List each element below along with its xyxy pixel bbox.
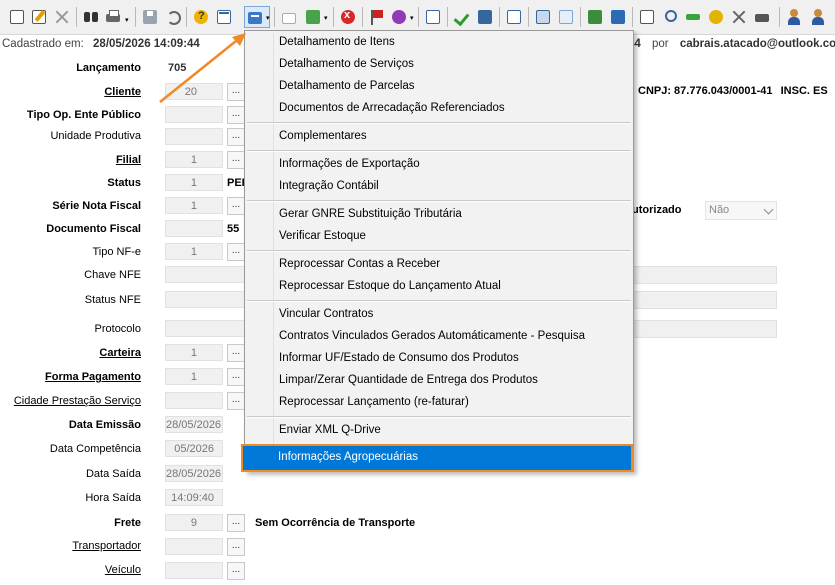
annotation-arrow [159, 33, 246, 103]
